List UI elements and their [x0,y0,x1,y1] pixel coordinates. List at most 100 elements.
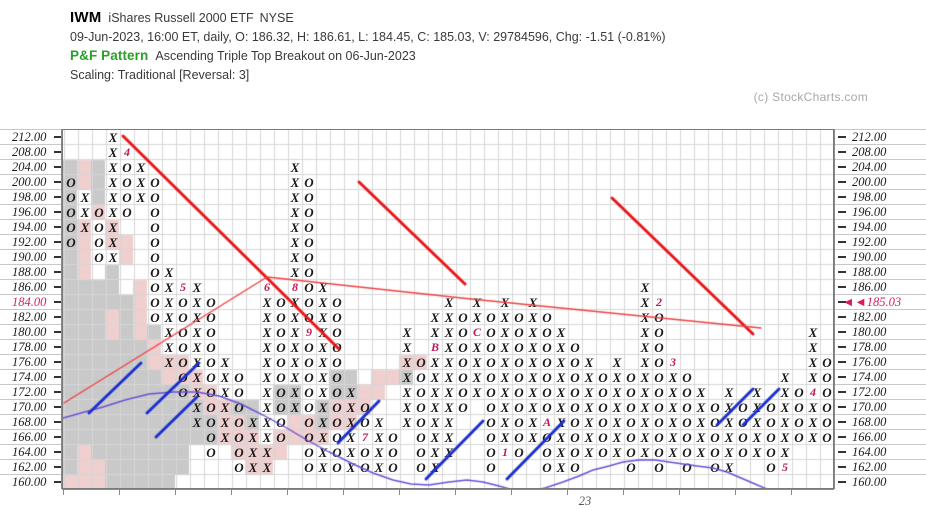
axis-separator-line [0,233,62,235]
y-axis-label-right: 166.00 [852,429,887,444]
axis-separator-line [834,173,926,175]
y-axis-tick [838,300,846,303]
y-axis-label-left: 164.00 [12,444,47,459]
axis-separator-line [834,293,926,295]
y-axis-label-right: 186.00 [852,279,887,294]
y-axis-label-right: 180.00 [852,324,887,339]
y-axis-tick [838,345,846,348]
y-axis-label-right: 198.00 [852,189,887,204]
x-axis-label-year: 23 [578,494,592,508]
axis-separator-line [0,128,62,130]
y-axis-label-right: 196.00 [852,204,887,219]
axis-separator-line [834,263,926,265]
y-axis-label-right: 162.00 [852,459,887,474]
y-axis-label-right: 212.00 [852,129,887,144]
axis-separator-line [0,353,62,355]
quote-line: 09-Jun-2023, 16:00 ET, daily, O: 186.32,… [70,27,890,46]
pf-pattern-text: Ascending Triple Top Breakout on 06-Jun-… [155,49,416,63]
axis-separator-line [834,128,926,130]
axis-separator-line [834,203,926,205]
y-axis-label-left: 180.00 [12,324,47,339]
axis-separator-line [0,413,62,415]
axis-separator-line [0,203,62,205]
copyright-notice: (c) StockCharts.com [753,90,868,104]
company-name: iShares Russell 2000 ETF [108,11,254,25]
axis-separator-line [0,158,62,160]
axis-separator-line [834,443,926,445]
axis-separator-line [0,338,62,340]
axis-separator-line [834,473,926,475]
axis-separator-line [0,293,62,295]
y-axis-label-left: 200.00 [12,174,47,189]
y-axis-tick [838,315,846,318]
axis-separator-line [0,428,62,430]
y-axis-label-right: 200.00 [852,174,887,189]
axis-separator-line [0,263,62,265]
y-axis-label-left: 212.00 [12,129,47,144]
axis-separator-line [834,323,926,325]
y-axis-tick [838,270,846,273]
axis-separator-line [0,383,62,385]
axis-divider-right [834,129,835,489]
y-axis-label-left: 176.00 [12,354,47,369]
axis-separator-line [0,458,62,460]
y-axis-tick [838,210,846,213]
y-axis-label-left: 166.00 [12,429,47,444]
axis-separator-line [834,398,926,400]
y-axis-tick [838,330,846,333]
axis-separator-line [834,188,926,190]
y-axis-label-left: 190.00 [12,249,47,264]
price-marker-right: ◄◄185.03 [842,294,902,309]
y-axis-label-right: 170.00 [852,399,887,414]
y-axis-label-left: 160.00 [12,474,47,489]
y-axis-right: 212.00 208.00 204.00 200.00 198.00 196.00 194.… [834,128,926,489]
y-axis-label-left: 174.00 [12,369,47,384]
axis-separator-line [0,173,62,175]
pnf-chart-page: IWM iShares Russell 2000 ETF NYSE 09-Jun-2… [0,0,926,510]
y-axis-tick [838,240,846,243]
y-axis-label-left: 168.00 [12,414,47,429]
axis-separator-line [834,143,926,145]
axis-separator-line [0,188,62,190]
pf-pattern-label: P&F Pattern [70,48,149,63]
axis-separator-line [834,233,926,235]
y-axis-label-right: 192.00 [852,234,887,249]
y-axis-tick [838,195,846,198]
ticker-symbol: IWM [70,9,102,26]
y-axis-tick [838,285,846,288]
scaling-line: Scaling: Traditional [Reversal: 3] [70,65,890,84]
y-axis-label-left: 198.00 [12,189,47,204]
y-axis-tick [838,480,846,483]
y-axis-label-left: 204.00 [12,159,47,174]
y-axis-label-left: 208.00 [12,144,47,159]
axis-separator-line [0,398,62,400]
axis-separator-line [834,278,926,280]
y-axis-label-right: 164.00 [852,444,887,459]
scaling-text: Scaling: Traditional [Reversal: 3] [70,68,250,82]
trendlines-layer [63,130,833,488]
pnf-plot-area[interactable]: OOOOOXXXOOOOXXXXXXXXX4OOOOXXXOOOOOOOOOOX… [62,129,834,489]
y-axis-label-right: 176.00 [852,354,887,369]
y-axis-label-left: 172.00 [12,384,47,399]
chart-header: IWM iShares Russell 2000 ETF NYSE 09-Jun-2… [70,8,890,84]
axis-separator-line [0,218,62,220]
x-axis-baseline [62,489,834,490]
axis-separator-line [0,368,62,370]
y-axis-label-right: 172.00 [852,384,887,399]
axis-separator-line [0,473,62,475]
y-axis-label-left: 196.00 [12,204,47,219]
exchange-name: NYSE [259,11,294,25]
y-axis-tick [838,165,846,168]
y-axis-label-right: 182.00 [852,309,887,324]
axis-separator-line [834,383,926,385]
axis-separator-line [0,443,62,445]
y-axis-label-left: 192.00 [12,234,47,249]
y-axis-label-right: 178.00 [852,339,887,354]
axis-separator-line [0,278,62,280]
axis-separator-line [834,353,926,355]
y-axis-tick [838,135,846,138]
y-axis-tick [838,375,846,378]
y-axis-label-left: 186.00 [12,279,47,294]
y-axis-label-right: 190.00 [852,249,887,264]
y-axis-tick [838,450,846,453]
